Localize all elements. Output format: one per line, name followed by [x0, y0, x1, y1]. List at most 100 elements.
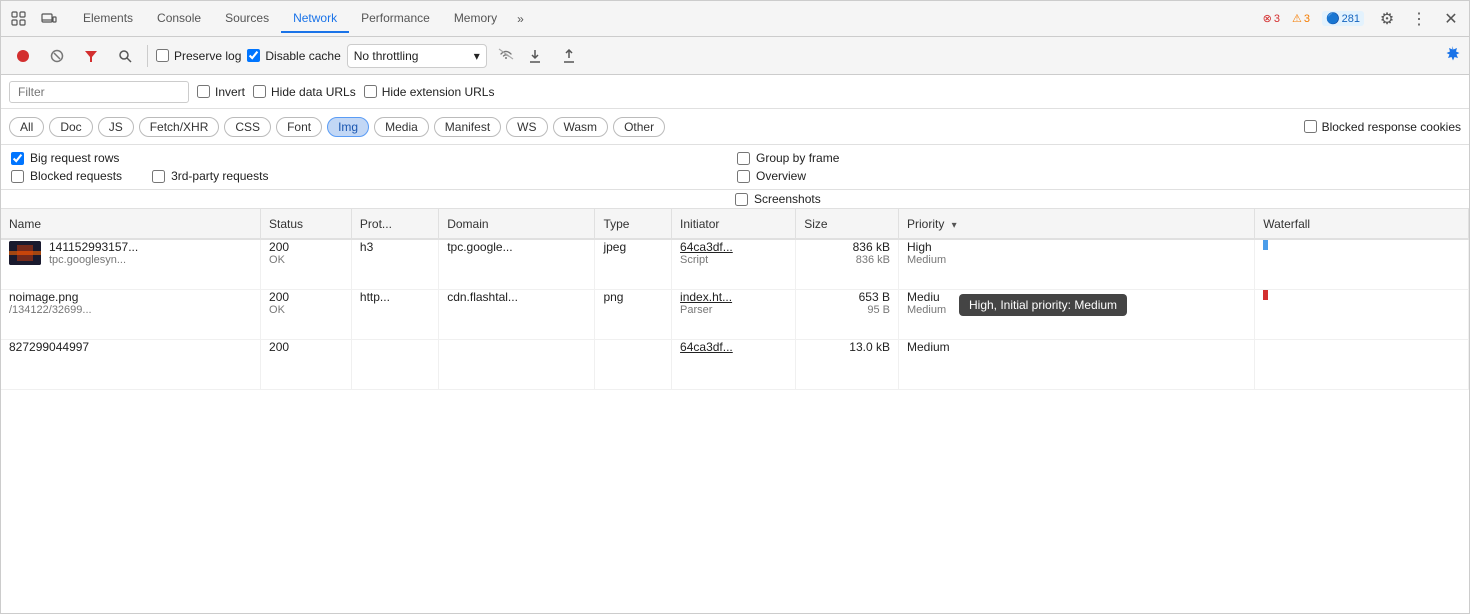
- third-party-checkbox[interactable]: 3rd-party requests: [152, 169, 268, 183]
- group-by-frame-checkbox[interactable]: Group by frame: [737, 151, 839, 165]
- cell-priority-2: Mediu Medium High, Initial priority: Med…: [898, 289, 1254, 339]
- table-row[interactable]: noimage.png /134122/32699... 200 OK http…: [1, 289, 1469, 339]
- invert-checkbox[interactable]: Invert: [197, 85, 245, 99]
- search-button[interactable]: [111, 42, 139, 70]
- stop-recording-button[interactable]: [9, 42, 37, 70]
- tab-console[interactable]: Console: [145, 5, 213, 33]
- cell-initiator-1: 64ca3df... Script: [672, 239, 796, 289]
- type-btn-js[interactable]: JS: [98, 117, 134, 137]
- row2-initiator-sub: Parser: [680, 304, 787, 316]
- settings-gear-icon[interactable]: ⚙: [1373, 5, 1401, 33]
- type-btn-ws[interactable]: WS: [506, 117, 547, 137]
- clear-log-button[interactable]: [43, 42, 71, 70]
- blocked-cookies-checkbox[interactable]: Blocked response cookies: [1304, 120, 1461, 134]
- tab-elements[interactable]: Elements: [71, 5, 145, 33]
- wifi-icon: [497, 47, 515, 64]
- cell-protocol-2: http...: [351, 289, 438, 339]
- cell-waterfall-1: [1255, 239, 1469, 289]
- row1-name-main: 141152993157...: [49, 240, 138, 254]
- throttle-dropdown-arrow: ▾: [474, 49, 480, 63]
- type-btn-fetch-xhr[interactable]: Fetch/XHR: [139, 117, 220, 137]
- cell-status-1: 200 OK: [261, 239, 352, 289]
- preserve-log-checkbox[interactable]: Preserve log: [156, 49, 241, 63]
- invert-input[interactable]: [197, 85, 210, 98]
- waterfall-bar-1: [1263, 240, 1268, 250]
- screenshots-input[interactable]: [735, 193, 748, 206]
- cell-initiator-3: 64ca3df...: [672, 339, 796, 389]
- type-btn-css[interactable]: CSS: [224, 117, 271, 137]
- cell-priority-3: Medium: [898, 339, 1254, 389]
- col-name[interactable]: Name: [1, 209, 261, 239]
- disable-cache-checkbox[interactable]: Disable cache: [247, 49, 340, 63]
- type-btn-doc[interactable]: Doc: [49, 117, 92, 137]
- tab-icons: [5, 5, 63, 33]
- cell-status-2: 200 OK: [261, 289, 352, 339]
- col-domain[interactable]: Domain: [439, 209, 595, 239]
- type-btn-img[interactable]: Img: [327, 117, 369, 137]
- table-row[interactable]: 827299044997 200 64ca3df... 13.0 kB: [1, 339, 1469, 389]
- devices-icon[interactable]: [35, 5, 63, 33]
- cell-waterfall-2: [1255, 289, 1469, 339]
- type-btn-media[interactable]: Media: [374, 117, 429, 137]
- disable-cache-input[interactable]: [247, 49, 260, 62]
- hide-data-urls-input[interactable]: [253, 85, 266, 98]
- overview-checkbox[interactable]: Overview: [737, 169, 806, 183]
- more-options-icon[interactable]: ⋮: [1407, 7, 1431, 31]
- waterfall-bar-2: [1263, 290, 1268, 300]
- priority-sort-arrow: ▾: [952, 220, 957, 231]
- tab-memory[interactable]: Memory: [442, 5, 509, 33]
- cell-protocol-1: h3: [351, 239, 438, 289]
- col-protocol[interactable]: Prot...: [351, 209, 438, 239]
- col-size[interactable]: Size: [796, 209, 899, 239]
- thumbnail: [9, 241, 41, 265]
- cell-initiator-2: index.ht... Parser: [672, 289, 796, 339]
- priority-tooltip: High, Initial priority: Medium: [959, 294, 1127, 316]
- blocked-requests-input[interactable]: [11, 170, 24, 183]
- cell-size-3: 13.0 kB: [796, 339, 899, 389]
- cell-size-2: 653 B 95 B: [796, 289, 899, 339]
- type-btn-wasm[interactable]: Wasm: [553, 117, 609, 137]
- third-party-input[interactable]: [152, 170, 165, 183]
- row1-initiator-main[interactable]: 64ca3df...: [680, 240, 787, 254]
- screenshots-checkbox[interactable]: Screenshots: [735, 192, 821, 206]
- table-row[interactable]: 141152993157... tpc.googlesyn... 200 OK …: [1, 239, 1469, 289]
- preserve-log-input[interactable]: [156, 49, 169, 62]
- filter-toggle-button[interactable]: [77, 42, 105, 70]
- hide-data-urls-checkbox[interactable]: Hide data URLs: [253, 85, 356, 99]
- options-section: Big request rows Group by frame Blocked …: [1, 145, 1469, 190]
- type-btn-other[interactable]: Other: [613, 117, 665, 137]
- row2-initiator-main[interactable]: index.ht...: [680, 290, 787, 304]
- cell-name-2: noimage.png /134122/32699...: [1, 289, 261, 339]
- close-devtools-button[interactable]: ✕: [1437, 5, 1465, 33]
- throttle-select[interactable]: No throttling ▾: [347, 44, 487, 68]
- big-rows-checkbox[interactable]: Big request rows: [11, 151, 119, 165]
- col-waterfall[interactable]: Waterfall: [1255, 209, 1469, 239]
- more-tabs-button[interactable]: »: [509, 6, 532, 32]
- col-type[interactable]: Type: [595, 209, 672, 239]
- big-rows-input[interactable]: [11, 152, 24, 165]
- type-btn-font[interactable]: Font: [276, 117, 322, 137]
- blocked-requests-checkbox[interactable]: Blocked requests: [11, 169, 122, 183]
- tab-network[interactable]: Network: [281, 5, 349, 33]
- network-settings-cog[interactable]: [1443, 45, 1461, 66]
- type-btn-all[interactable]: All: [9, 117, 44, 137]
- tab-performance[interactable]: Performance: [349, 5, 442, 33]
- tab-right-actions: ⊗ 3 ⚠ 3 🔵 281 ⚙ ⋮ ✕: [1260, 5, 1465, 33]
- hide-extension-urls-checkbox[interactable]: Hide extension URLs: [364, 85, 495, 99]
- cell-priority-1: High Medium: [898, 239, 1254, 289]
- filter-input[interactable]: [9, 81, 189, 103]
- col-initiator[interactable]: Initiator: [672, 209, 796, 239]
- export-har-button[interactable]: [521, 42, 549, 70]
- tab-sources[interactable]: Sources: [213, 5, 281, 33]
- cursor-icon[interactable]: [5, 5, 33, 33]
- col-priority[interactable]: Priority ▾: [898, 209, 1254, 239]
- blocked-cookies-input[interactable]: [1304, 120, 1317, 133]
- cell-name-3: 827299044997: [1, 339, 261, 389]
- group-by-frame-input[interactable]: [737, 152, 750, 165]
- col-status[interactable]: Status: [261, 209, 352, 239]
- overview-input[interactable]: [737, 170, 750, 183]
- cell-protocol-3: [351, 339, 438, 389]
- import-har-button[interactable]: [555, 42, 583, 70]
- hide-extension-urls-input[interactable]: [364, 85, 377, 98]
- type-btn-manifest[interactable]: Manifest: [434, 117, 501, 137]
